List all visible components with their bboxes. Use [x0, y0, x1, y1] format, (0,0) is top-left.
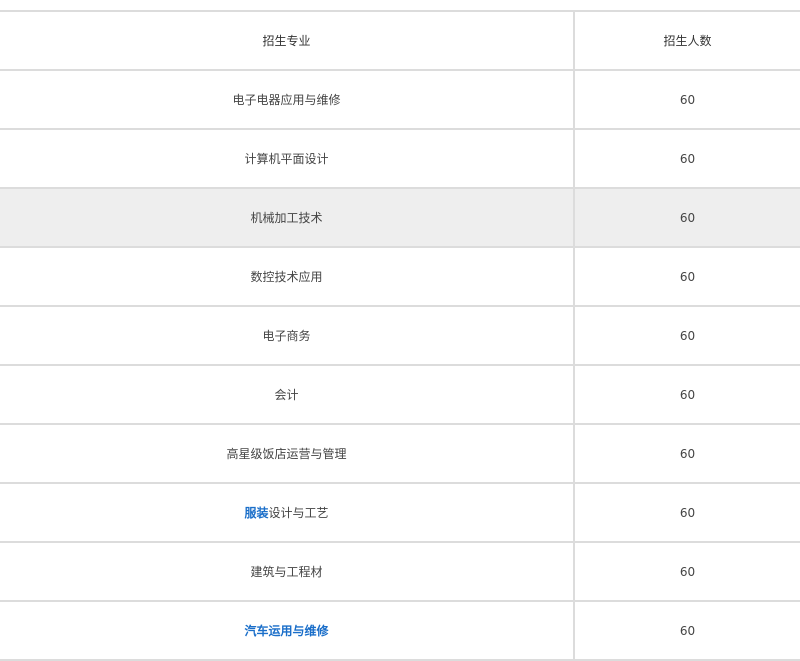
table-row: 数控技术应用 60 [0, 248, 800, 307]
table-row: 电子电器应用与维修 60 [0, 71, 800, 130]
header-major: 招生专业 [0, 12, 575, 69]
table-row: 服装 设计与工艺 60 [0, 484, 800, 543]
table-row: 汽车运用与维修 60 [0, 602, 800, 661]
count-cell: 60 [679, 564, 696, 579]
table-row: 电子商务 60 [0, 307, 800, 366]
count-cell: 60 [679, 446, 696, 461]
count-cell: 60 [679, 210, 696, 225]
major-cell-text: 设计与工艺 [268, 506, 329, 520]
enrollment-table: 招生专业 招生人数 电子电器应用与维修 60 计算机平面设计 60 机械加工技术… [0, 10, 800, 661]
major-link[interactable]: 汽车运用与维修 [244, 622, 328, 639]
major-keyword-link[interactable]: 服装 [244, 504, 268, 521]
table-row-highlighted: 机械加工技术 60 [0, 189, 800, 248]
major-cell: 高星级饭店运营与管理 [0, 425, 575, 482]
count-cell: 60 [679, 387, 696, 402]
count-cell: 60 [679, 269, 696, 284]
count-cell: 60 [679, 92, 696, 107]
count-cell: 60 [679, 151, 696, 166]
header-count: 招生人数 [663, 34, 712, 48]
table-row: 计算机平面设计 60 [0, 130, 800, 189]
count-cell: 60 [679, 623, 696, 638]
table-row: 会计 60 [0, 366, 800, 425]
table-row: 建筑与工程材 60 [0, 543, 800, 602]
major-cell: 机械加工技术 [0, 189, 575, 246]
table-row: 高星级饭店运营与管理 60 [0, 425, 800, 484]
table-header-row: 招生专业 招生人数 [0, 12, 800, 71]
major-cell: 会计 [0, 366, 575, 423]
major-cell: 数控技术应用 [0, 248, 575, 305]
major-cell: 建筑与工程材 [0, 543, 575, 600]
major-cell: 计算机平面设计 [0, 130, 575, 187]
major-cell: 电子商务 [0, 307, 575, 364]
major-cell: 汽车运用与维修 [0, 602, 575, 659]
major-cell: 电子电器应用与维修 [0, 71, 575, 128]
major-cell: 服装 设计与工艺 [0, 484, 575, 541]
count-cell: 60 [679, 328, 696, 343]
count-cell: 60 [679, 505, 696, 520]
